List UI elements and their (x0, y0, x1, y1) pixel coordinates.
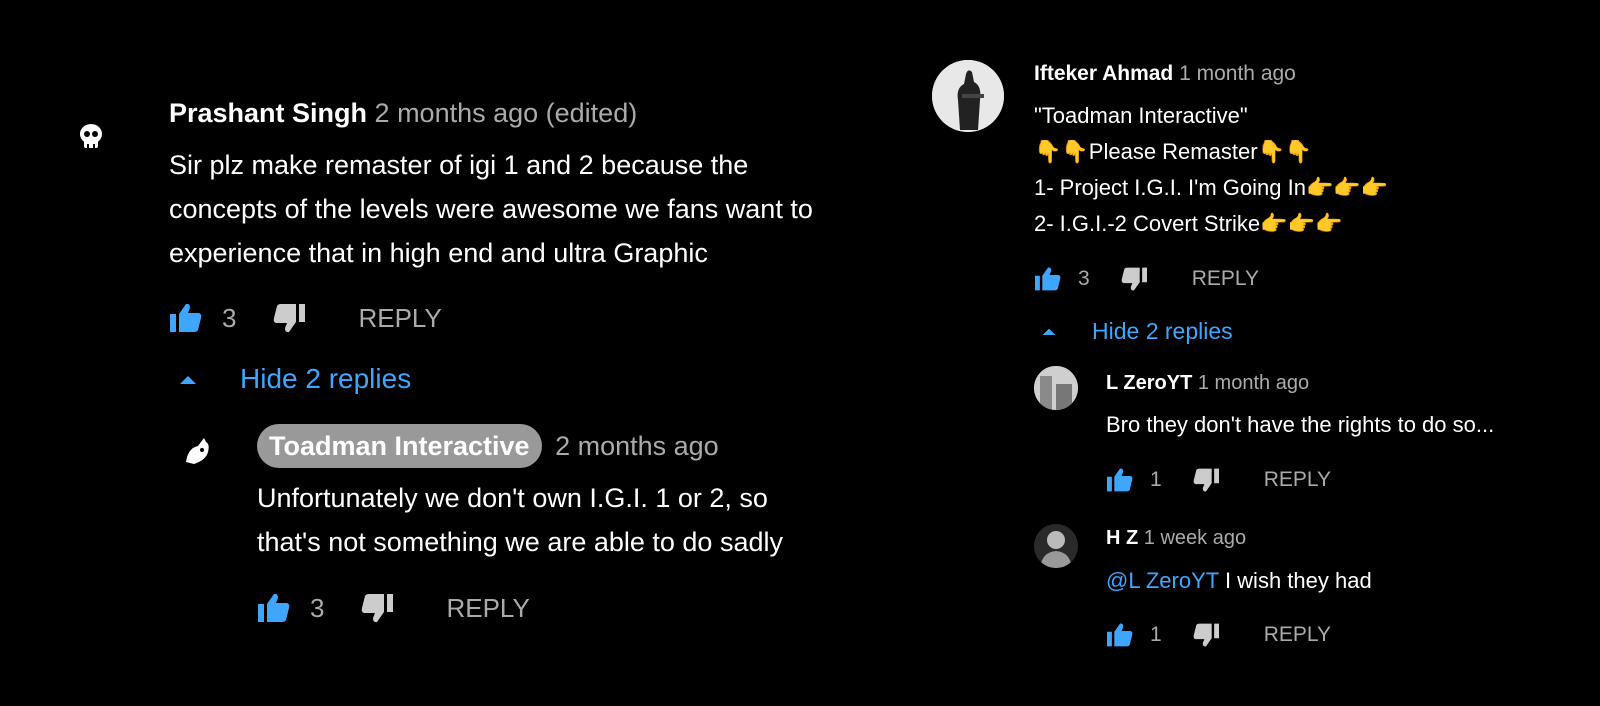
thumbs-up-icon (1035, 267, 1061, 291)
comment-line: 1- Project I.G.I. I'm Going In👉👉👉 (1034, 175, 1389, 200)
reply-actions: 1 REPLY (1106, 465, 1331, 495)
thumbs-down-icon (274, 304, 306, 333)
reply-actions: 3 REPLY (257, 590, 530, 626)
person-avatar-icon (1034, 524, 1078, 568)
dislike-button[interactable] (272, 302, 306, 334)
comment-line: experience that in high end and ultra Gr… (169, 238, 708, 268)
reply-button[interactable]: REPLY (1264, 623, 1331, 647)
dislike-button[interactable] (1192, 622, 1220, 648)
toggle-replies-button[interactable]: Hide 2 replies (180, 362, 411, 396)
thumbs-down-icon (362, 594, 394, 623)
reply-actions: 1 REPLY (1106, 620, 1331, 650)
comment-body: Sir plz make remaster of igi 1 and 2 bec… (169, 143, 813, 275)
like-count: 3 (222, 302, 237, 333)
reply-text: I wish they had (1218, 568, 1372, 593)
thumbs-down-icon (1121, 267, 1147, 291)
reply-header: H Z 1 week ago (1106, 525, 1246, 551)
comment-author[interactable]: Prashant Singh (169, 98, 367, 128)
reply-header: Toadman Interactive 2 months ago (257, 424, 719, 468)
creator-badge-author[interactable]: Toadman Interactive (257, 424, 542, 468)
rat-avatar-icon (186, 438, 209, 464)
reply-timestamp[interactable]: 1 month ago (1198, 372, 1309, 394)
like-button[interactable] (1106, 467, 1134, 493)
dislike-button[interactable] (1120, 266, 1148, 292)
comment-header: Ifteker Ahmad 1 month ago (1034, 60, 1296, 88)
reply-body: Unfortunately we don't own I.G.I. 1 or 2… (257, 476, 783, 564)
dislike-button[interactable] (360, 592, 394, 624)
comment-actions: 3 REPLY (1034, 264, 1259, 294)
reply-timestamp[interactable]: 2 months ago (555, 431, 719, 461)
reply-author[interactable]: L ZeroYT (1106, 372, 1192, 394)
toggle-replies-label: Hide 2 replies (1092, 317, 1233, 344)
mention-link[interactable]: @L ZeroYT (1106, 568, 1219, 593)
like-button[interactable] (257, 592, 291, 624)
reply-header: L ZeroYT 1 month ago (1106, 370, 1309, 396)
comment-timestamp[interactable]: 2 months ago (edited) (375, 98, 638, 128)
like-count: 3 (310, 592, 325, 623)
soldier-avatar-icon (932, 60, 1004, 132)
thumbs-up-icon (1107, 623, 1133, 647)
reply-timestamp[interactable]: 1 week ago (1144, 527, 1246, 549)
skull-avatar-icon (80, 124, 102, 148)
comment-timestamp[interactable]: 1 month ago (1179, 62, 1296, 85)
comment-actions: 3 REPLY (169, 300, 442, 336)
avatar[interactable] (1034, 524, 1078, 568)
like-button[interactable] (1106, 622, 1134, 648)
building-avatar-icon (1034, 366, 1078, 410)
avatar[interactable] (176, 430, 218, 472)
dislike-button[interactable] (1192, 467, 1220, 493)
reply-body: Bro they don't have the rights to do so.… (1106, 412, 1495, 437)
comment-body: "Toadman Interactive" 👇👇Please Remaster👇… (1034, 98, 1388, 242)
reply-button[interactable]: REPLY (1192, 267, 1259, 291)
comment-line: 👇👇Please Remaster👇👇 (1034, 139, 1313, 164)
like-count: 1 (1150, 623, 1162, 646)
toggle-replies-label: Hide 2 replies (240, 363, 412, 394)
thumbs-up-icon (1107, 468, 1133, 492)
reply-line: Unfortunately we don't own I.G.I. 1 or 2… (257, 483, 768, 513)
reply-button[interactable]: REPLY (1264, 468, 1331, 492)
comment-line: "Toadman Interactive" (1034, 103, 1248, 128)
avatar[interactable] (1034, 366, 1078, 410)
comment-line: concepts of the levels were awesome we f… (169, 194, 813, 224)
thumbs-up-icon (170, 303, 202, 332)
like-button[interactable] (169, 302, 203, 334)
reply-button[interactable]: REPLY (446, 593, 529, 624)
thumbs-down-icon (1193, 468, 1219, 492)
toggle-replies-button[interactable]: Hide 2 replies (1042, 316, 1233, 346)
comment-line: 2- I.G.I.-2 Covert Strike👉👉👉 (1034, 211, 1343, 236)
caret-up-icon (1042, 328, 1056, 335)
like-count: 1 (1150, 468, 1162, 491)
caret-up-icon (180, 376, 196, 384)
reply-button[interactable]: REPLY (358, 303, 441, 334)
thumbs-up-icon (258, 593, 290, 622)
reply-line: that's not something we are able to do s… (257, 527, 783, 557)
like-button[interactable] (1034, 266, 1062, 292)
comment-header: Prashant Singh 2 months ago (edited) (169, 96, 637, 130)
reply-body: @L ZeroYT I wish they had (1106, 566, 1372, 596)
avatar[interactable] (70, 116, 112, 158)
thumbs-down-icon (1193, 623, 1219, 647)
comment-line: Sir plz make remaster of igi 1 and 2 bec… (169, 150, 749, 180)
comment-author[interactable]: Ifteker Ahmad (1034, 62, 1173, 85)
avatar[interactable] (932, 60, 1004, 132)
like-count: 3 (1078, 267, 1090, 290)
reply-author[interactable]: H Z (1106, 527, 1138, 549)
